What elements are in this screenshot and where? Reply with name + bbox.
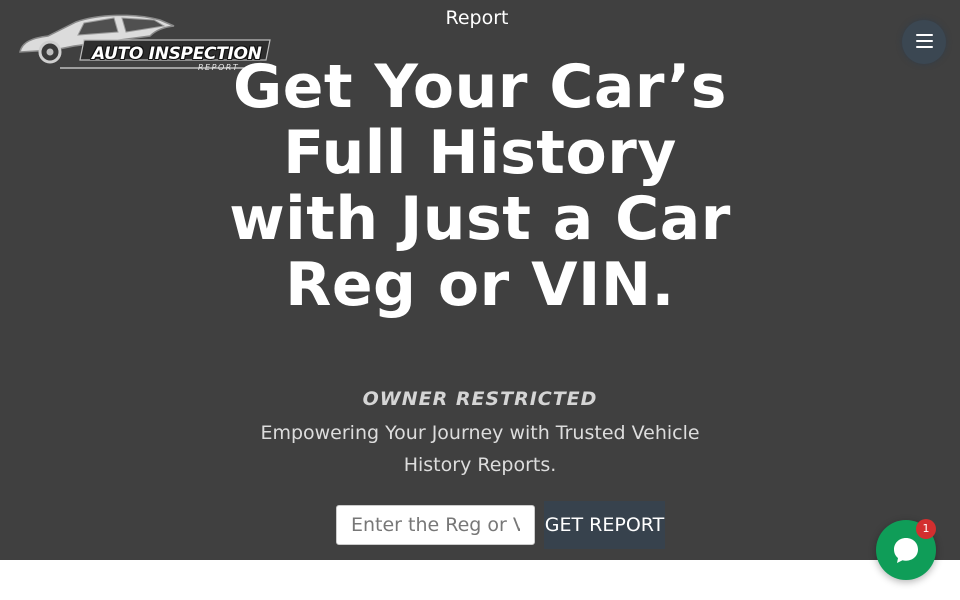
reg-vin-search-input[interactable] [336, 505, 535, 545]
chat-notification-badge: 1 [916, 519, 936, 539]
hero-section: AUTO INSPECTION REPORT Report Get Your C… [0, 0, 960, 560]
nav-link-report[interactable]: Report [0, 7, 954, 29]
get-report-button[interactable]: GET REPORT [544, 501, 665, 549]
hero-headline: Get Your Car’s Full History with Just a … [229, 52, 731, 320]
page-bottom-area [0, 560, 960, 600]
hero-tagline: OWNER RESTRICTED [362, 388, 598, 410]
hero-subtitle: Empowering Your Journey with Trusted Veh… [260, 422, 700, 476]
menu-toggle-button[interactable] [902, 20, 946, 64]
chat-bubble-icon [894, 538, 918, 563]
